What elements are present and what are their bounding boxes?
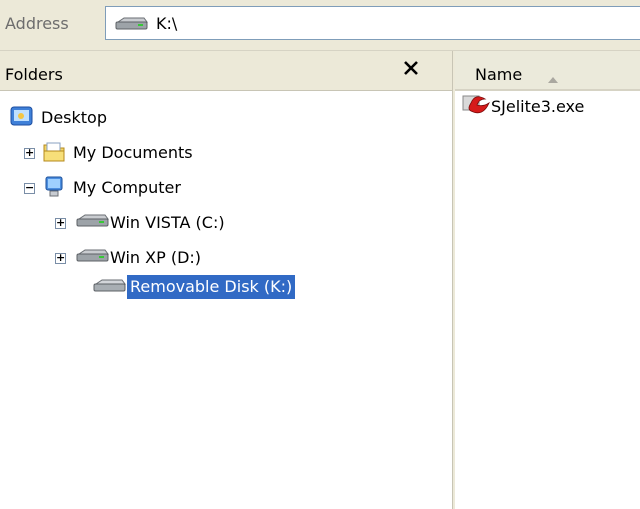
column-header-name[interactable]: Name: [455, 51, 640, 91]
drive-icon: [75, 248, 109, 270]
tree-item-desktop[interactable]: Desktop: [0, 103, 450, 133]
file-list-pane: Name SJelite3.exe: [455, 51, 640, 509]
tree-label: Win XP (D:): [110, 248, 202, 267]
close-icon: [404, 61, 418, 75]
removable-drive-icon: [92, 278, 126, 300]
tree-item-removable-disk[interactable]: Removable Disk (K:): [0, 273, 450, 303]
address-input[interactable]: K:\: [105, 6, 640, 40]
folders-pane: Folders Desktop + My Documents − My Comp…: [0, 51, 452, 509]
tree-label: Desktop: [41, 108, 107, 127]
collapse-icon[interactable]: −: [24, 182, 35, 194]
address-value: K:\: [156, 14, 178, 33]
tree-label: Win VISTA (C:): [110, 213, 225, 232]
tree-item-drive-d[interactable]: + Win XP (D:): [0, 243, 450, 273]
expand-icon[interactable]: +: [55, 217, 66, 229]
computer-icon: [42, 176, 66, 198]
drive-icon: [114, 16, 148, 36]
desktop-icon: [10, 106, 34, 128]
expand-icon[interactable]: +: [55, 252, 66, 264]
exe-icon: [461, 93, 491, 121]
folders-header: Folders: [0, 51, 452, 91]
tree-label: My Computer: [73, 178, 181, 197]
drive-icon: [75, 213, 109, 235]
column-name-label: Name: [475, 65, 523, 84]
folders-title: Folders: [5, 65, 63, 84]
tree-item-drive-c[interactable]: + Win VISTA (C:): [0, 208, 450, 238]
close-folders-button[interactable]: [396, 56, 426, 84]
sort-ascending-icon: [547, 69, 559, 88]
address-bar: Address K:\: [0, 0, 640, 51]
folder-icon: [42, 141, 66, 163]
address-label: Address: [5, 14, 69, 33]
tree-item-my-computer[interactable]: − My Computer: [0, 173, 450, 203]
expand-icon[interactable]: +: [24, 147, 35, 159]
tree-label-selected: Removable Disk (K:): [127, 275, 296, 299]
file-name: SJelite3.exe: [491, 97, 585, 116]
tree-item-my-documents[interactable]: + My Documents: [0, 138, 450, 168]
tree-label: My Documents: [73, 143, 193, 162]
